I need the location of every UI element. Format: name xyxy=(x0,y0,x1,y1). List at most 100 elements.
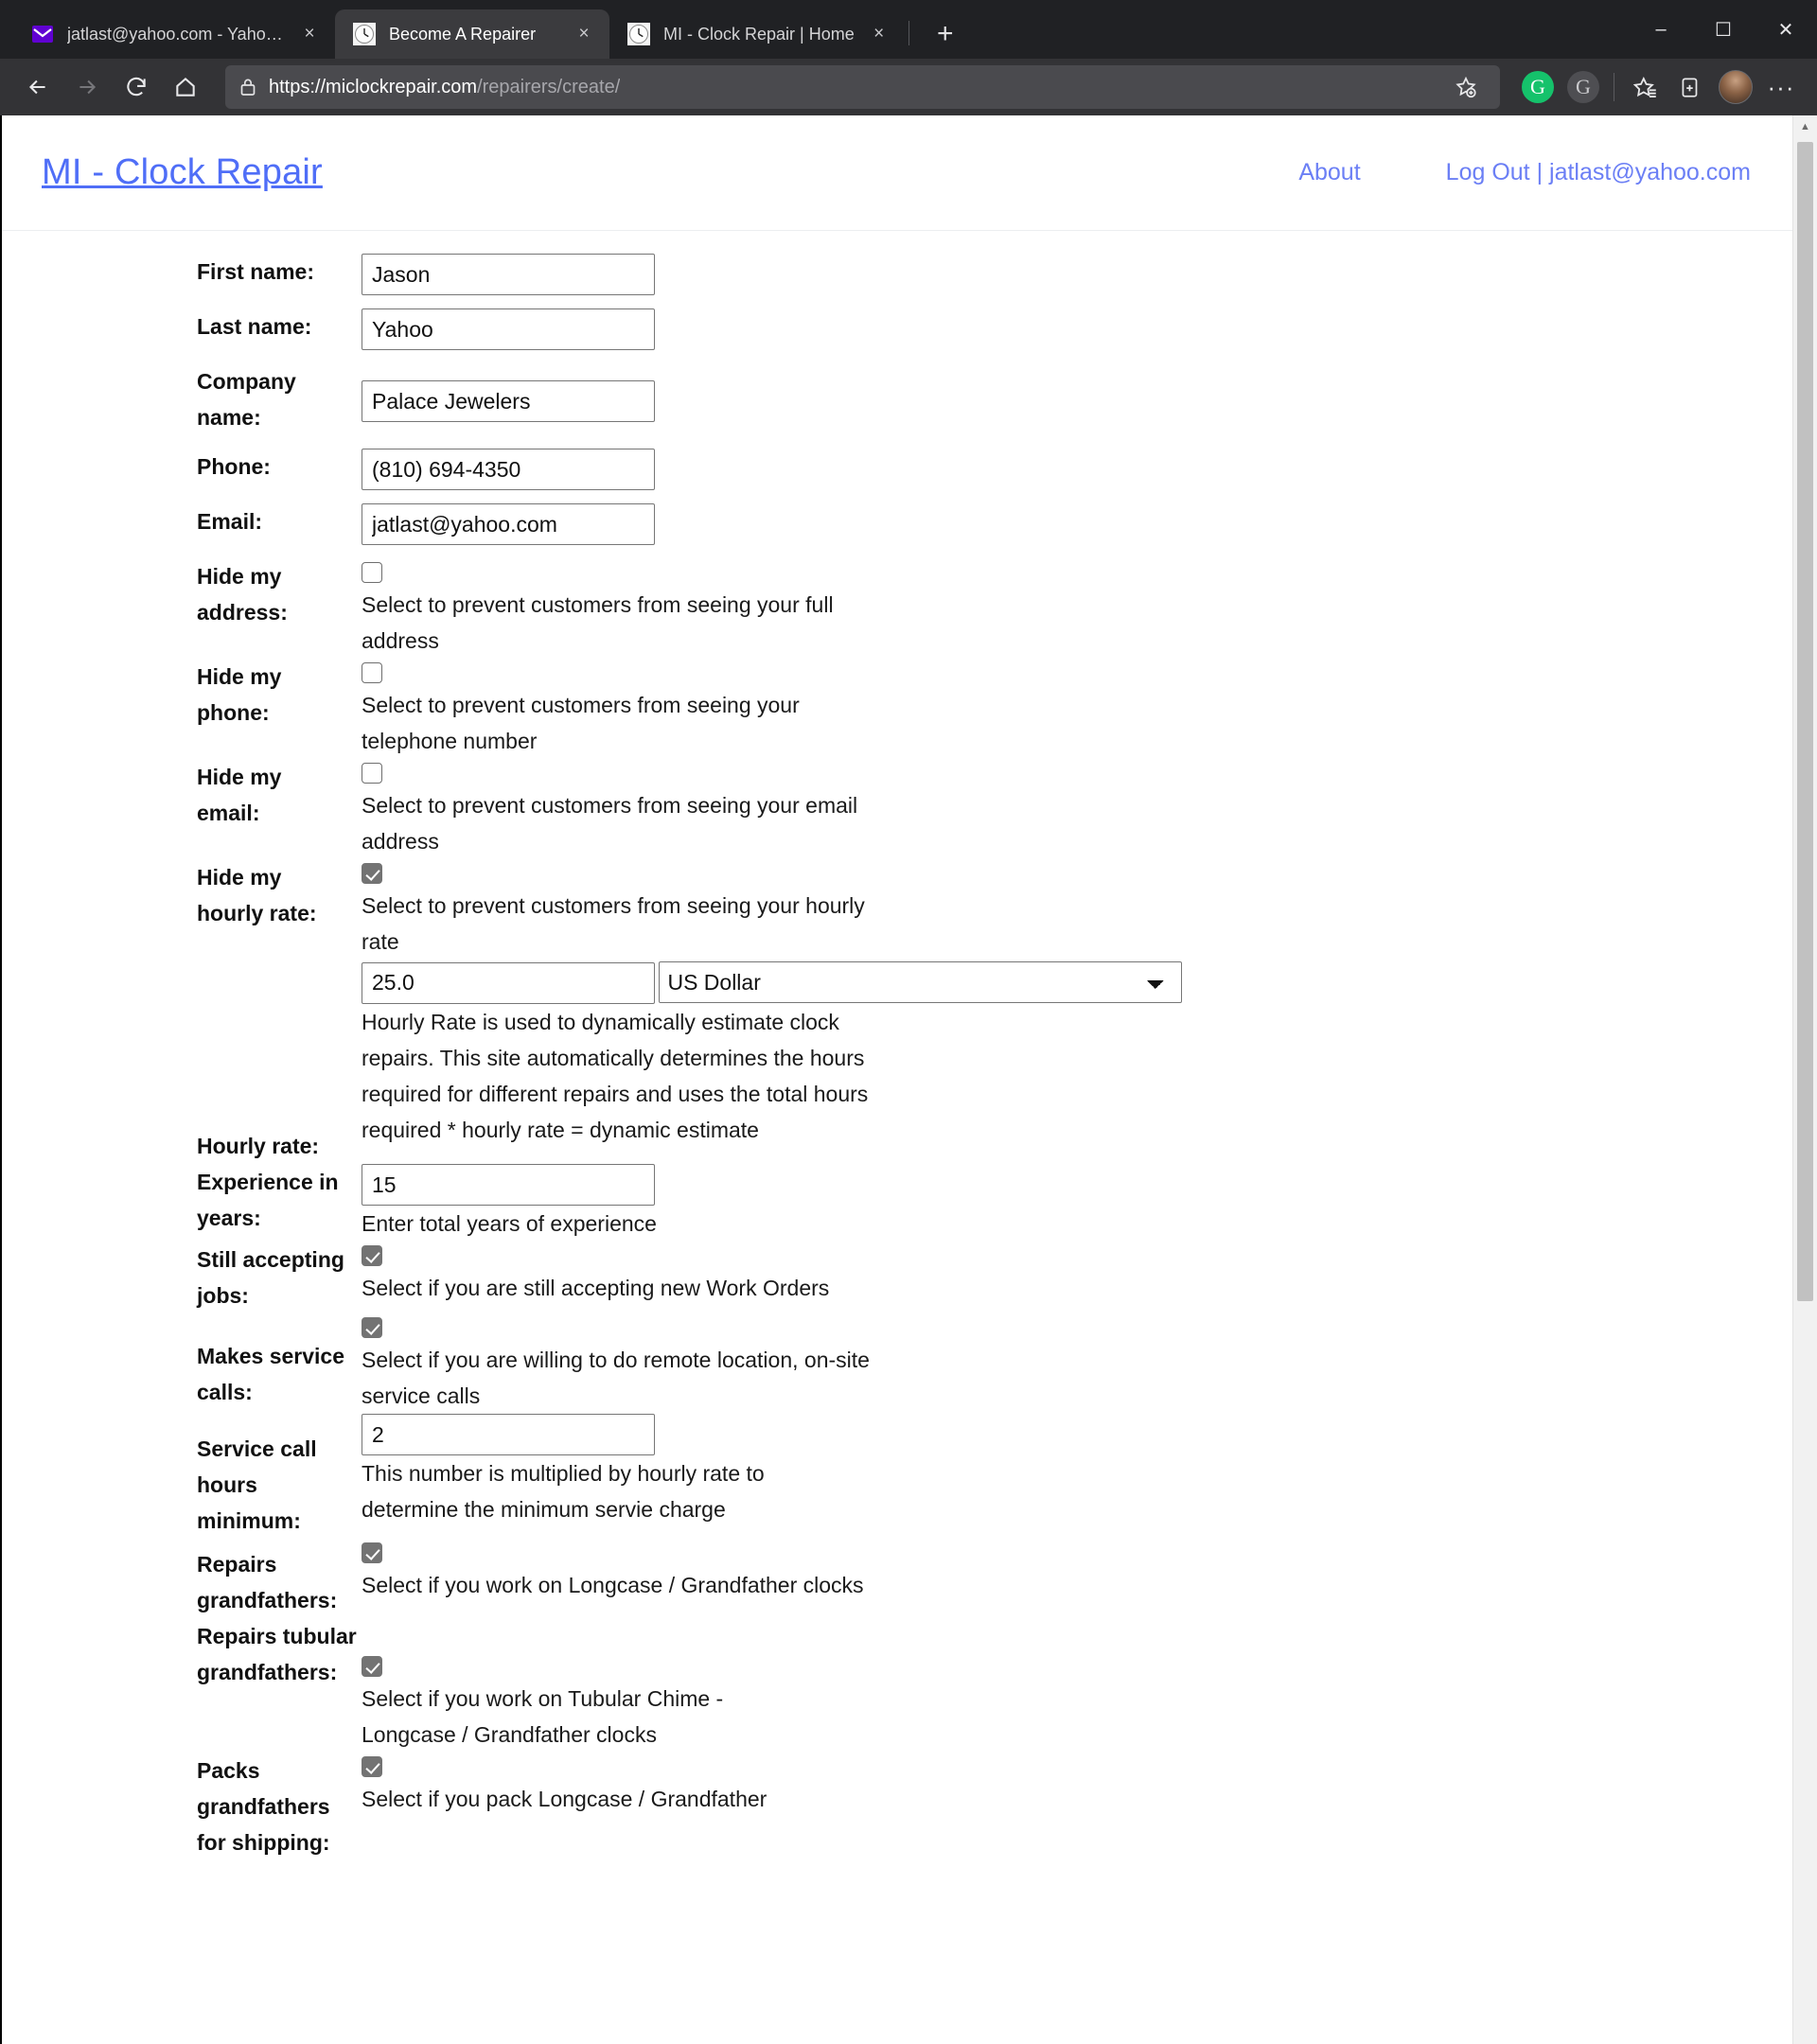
field-row-experience-years: Experience in years: Enter total years o… xyxy=(2,1164,1792,1242)
settings-more-icon[interactable]: ··· xyxy=(1760,66,1802,108)
first-name-input[interactable] xyxy=(362,254,655,295)
label-still-accepting-jobs: Still accepting jobs: xyxy=(197,1247,344,1308)
label-hide-email: Hide my email: xyxy=(197,765,282,825)
profile-avatar[interactable] xyxy=(1715,66,1756,108)
field-row-repairs-grandfathers: Repairs grandfathers: Select if you work… xyxy=(2,1539,1792,1618)
field-row-makes-service-calls: Makes service calls: Select if you are w… xyxy=(2,1313,1792,1414)
mail-icon xyxy=(30,22,55,46)
label-phone: Phone: xyxy=(197,454,271,479)
label-service-call-hours-minimum: Service call hours minimum: xyxy=(197,1436,317,1533)
site-header: MI - Clock Repair About Log Out | jatlas… xyxy=(2,115,1792,231)
forward-icon[interactable] xyxy=(64,64,110,110)
label-repairs-tubular-grandfathers: Repairs tubular grandfathers: xyxy=(197,1624,357,1684)
help-experience-years: Enter total years of experience xyxy=(362,1211,657,1236)
help-hide-email: Select to prevent customers from seeing … xyxy=(362,793,858,854)
help-repairs-grandfathers: Select if you work on Longcase / Grandfa… xyxy=(362,1573,864,1597)
browser-tab-become-a-repairer[interactable]: Become A Repairer × xyxy=(335,9,609,59)
tab-title: jatlast@yahoo.com - Yahoo Mail xyxy=(67,24,285,44)
close-icon[interactable]: × xyxy=(297,22,322,46)
field-row-still-accepting-jobs: Still accepting jobs: Select if you are … xyxy=(2,1242,1792,1313)
site-nav: About Log Out | jatlast@yahoo.com xyxy=(1298,159,1751,186)
close-icon[interactable]: × xyxy=(572,22,596,46)
url-text: https://miclockrepair.com/repairers/crea… xyxy=(269,77,620,98)
help-still-accepting-jobs: Select if you are still accepting new Wo… xyxy=(362,1276,830,1300)
browser-window: jatlast@yahoo.com - Yahoo Mail × Become … xyxy=(0,0,1817,2044)
collections-favorites-icon[interactable] xyxy=(1624,66,1666,108)
tab-divider xyxy=(908,21,909,45)
label-packs-grandfathers: Packs grandfathers for shipping: xyxy=(197,1758,330,1855)
repairs-grandfathers-checkbox[interactable] xyxy=(362,1542,382,1563)
close-icon[interactable]: × xyxy=(867,22,891,46)
field-row-email: Email: xyxy=(2,503,1792,545)
hourly-rate-input[interactable] xyxy=(362,961,655,1004)
hide-phone-checkbox[interactable] xyxy=(362,662,382,683)
add-favorite-icon[interactable] xyxy=(1445,66,1487,108)
browser-tab-mi-clock-repair-home[interactable]: MI - Clock Repair | Home × xyxy=(609,9,905,59)
label-hide-address: Hide my address: xyxy=(197,564,288,625)
experience-years-input[interactable] xyxy=(362,1164,655,1206)
label-experience-years: Experience in years: xyxy=(197,1170,339,1230)
browser-toolbar: https://miclockrepair.com/repairers/crea… xyxy=(0,59,1817,115)
email-input[interactable] xyxy=(362,503,655,545)
last-name-input[interactable] xyxy=(362,308,655,350)
label-company-name: Company name: xyxy=(197,369,296,430)
label-repairs-grandfathers: Repairs grandfathers: xyxy=(197,1552,338,1612)
hide-email-checkbox[interactable] xyxy=(362,763,382,784)
hide-hourly-rate-checkbox[interactable] xyxy=(362,863,382,884)
field-row-phone: Phone: xyxy=(2,449,1792,490)
grammarly-secondary-icon[interactable]: G xyxy=(1562,66,1604,108)
back-icon[interactable] xyxy=(15,64,61,110)
close-window-button[interactable]: ✕ xyxy=(1755,0,1817,59)
nav-link-logout[interactable]: Log Out | jatlast@yahoo.com xyxy=(1446,159,1751,186)
field-row-hide-hourly-rate: Hide my hourly rate: Select to prevent c… xyxy=(2,859,1792,960)
scrollbar-thumb[interactable] xyxy=(1797,142,1813,1301)
label-hide-hourly-rate: Hide my hourly rate: xyxy=(197,865,317,925)
service-call-hours-minimum-input[interactable] xyxy=(362,1414,655,1455)
field-row-hide-phone: Hide my phone: Select to prevent custome… xyxy=(2,659,1792,759)
reload-icon[interactable] xyxy=(114,64,159,110)
page-viewport: MI - Clock Repair About Log Out | jatlas… xyxy=(0,115,1817,2044)
field-row-hourly-rate: Hourly rate: US Dollar Hourly Rate is us… xyxy=(2,960,1792,1164)
currency-select[interactable]: US Dollar xyxy=(659,961,1183,1003)
still-accepting-jobs-checkbox[interactable] xyxy=(362,1245,382,1266)
field-row-hide-address: Hide my address: Select to prevent custo… xyxy=(2,558,1792,659)
help-hourly-rate: Hourly Rate is used to dynamically estim… xyxy=(362,1009,869,1142)
field-row-service-call-hours-minimum: Service call hours minimum: This number … xyxy=(2,1414,1792,1539)
label-last-name: Last name: xyxy=(197,314,312,339)
collections-icon[interactable] xyxy=(1669,66,1711,108)
help-packs-grandfathers: Select if you pack Longcase / Grandfathe… xyxy=(362,1787,767,1811)
help-hide-address: Select to prevent customers from seeing … xyxy=(362,592,834,653)
scroll-up-arrow[interactable]: ▲ xyxy=(1793,115,1817,138)
address-bar[interactable]: https://miclockrepair.com/repairers/crea… xyxy=(225,65,1500,109)
home-icon[interactable] xyxy=(163,64,208,110)
nav-link-about[interactable]: About xyxy=(1298,159,1360,186)
tab-strip: jatlast@yahoo.com - Yahoo Mail × Become … xyxy=(0,0,1817,59)
grammarly-icon[interactable]: G xyxy=(1517,66,1559,108)
repairs-tubular-grandfathers-checkbox[interactable] xyxy=(362,1656,382,1677)
makes-service-calls-checkbox[interactable] xyxy=(362,1317,382,1338)
tab-title: MI - Clock Repair | Home xyxy=(663,24,855,44)
label-email: Email: xyxy=(197,509,263,534)
field-row-company-name: Company name: xyxy=(2,363,1792,435)
field-row-hide-email: Hide my email: Select to prevent custome… xyxy=(2,759,1792,859)
browser-tab-yahoo-mail[interactable]: jatlast@yahoo.com - Yahoo Mail × xyxy=(13,9,335,59)
help-service-call-hours-minimum: This number is multiplied by hourly rate… xyxy=(362,1461,765,1522)
web-page: MI - Clock Repair About Log Out | jatlas… xyxy=(2,115,1792,2044)
url-path: /repairers/create/ xyxy=(477,76,621,97)
label-makes-service-calls: Makes service calls: xyxy=(197,1344,345,1404)
phone-input[interactable] xyxy=(362,449,655,490)
help-hide-phone: Select to prevent customers from seeing … xyxy=(362,693,800,753)
label-first-name: First name: xyxy=(197,259,314,284)
field-row-last-name: Last name: xyxy=(2,308,1792,350)
site-brand-link[interactable]: MI - Clock Repair xyxy=(42,152,323,193)
company-name-input[interactable] xyxy=(362,380,655,422)
hide-address-checkbox[interactable] xyxy=(362,562,382,583)
packs-grandfathers-checkbox[interactable] xyxy=(362,1756,382,1777)
page-scrollbar[interactable]: ▲ xyxy=(1792,115,1817,2044)
maximize-button[interactable]: ☐ xyxy=(1692,0,1755,59)
repairer-create-form: First name: Last name: Company name: xyxy=(2,231,1792,1860)
minimize-button[interactable]: – xyxy=(1630,0,1692,59)
field-row-repairs-tubular-grandfathers: Repairs tubular grandfathers: Select if … xyxy=(2,1618,1792,1753)
clock-icon xyxy=(626,22,651,46)
new-tab-button[interactable]: + xyxy=(926,15,964,53)
